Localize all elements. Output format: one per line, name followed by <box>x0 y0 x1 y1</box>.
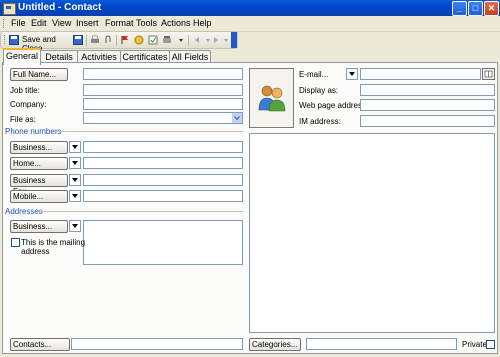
print-icon[interactable] <box>90 35 100 45</box>
contact-picture-button[interactable] <box>249 68 294 128</box>
categories-field[interactable] <box>306 338 457 350</box>
contact-app-icon <box>3 3 16 15</box>
address-type-dropdown-icon[interactable] <box>69 220 81 232</box>
contacts-button[interactable]: Contacts... <box>10 338 70 351</box>
menu-file[interactable]: File <box>11 18 26 28</box>
toolbar-options-chevron-icon[interactable] <box>231 32 237 48</box>
full-name-field[interactable] <box>83 68 243 80</box>
home-phone-field[interactable] <box>83 157 243 169</box>
address-type-button[interactable]: Business... <box>10 220 68 233</box>
standard-toolbar: Save and Close <box>0 31 238 53</box>
private-checkbox[interactable] <box>486 340 495 349</box>
im-address-label: IM address: <box>299 117 341 126</box>
web-page-label: Web page address: <box>299 101 369 110</box>
mailing-address-checkbox[interactable] <box>11 238 20 247</box>
menu-grip-icon <box>3 19 7 28</box>
company-field[interactable] <box>83 98 243 110</box>
categories-button[interactable]: Categories... <box>249 338 301 351</box>
mobile-phone-dropdown-icon[interactable] <box>69 190 81 202</box>
menu-tools[interactable]: Tools <box>136 18 157 28</box>
section-divider <box>55 131 243 132</box>
previous-item-icon[interactable] <box>192 35 202 45</box>
business-phone-field[interactable] <box>83 141 243 153</box>
company-label: Company: <box>10 100 47 109</box>
menu-bar: File Edit View Insert Format Tools Actio… <box>0 16 500 32</box>
toolbar-grip-icon <box>4 35 8 44</box>
business-phone-button[interactable]: Business... <box>10 141 68 154</box>
im-address-field[interactable] <box>360 115 495 127</box>
next-dropdown-icon[interactable] <box>221 35 231 45</box>
home-phone-dropdown-icon[interactable] <box>69 157 81 169</box>
phone-numbers-heading: Phone numbers <box>5 127 62 136</box>
flag-icon[interactable] <box>120 35 130 45</box>
full-name-button[interactable]: Full Name... <box>10 68 68 81</box>
business-fax-dropdown-icon[interactable] <box>69 174 81 186</box>
addresses-heading: Addresses <box>5 207 43 216</box>
dropdown-arrow-icon[interactable] <box>176 35 186 45</box>
menu-format[interactable]: Format <box>105 18 134 28</box>
toolbar-separator <box>116 35 117 46</box>
mobile-phone-field[interactable] <box>83 190 243 202</box>
mobile-phone-button[interactable]: Mobile... <box>10 190 68 203</box>
minimize-button[interactable]: _ <box>452 1 467 16</box>
save-icon <box>9 35 19 45</box>
business-phone-dropdown-icon[interactable] <box>69 141 81 153</box>
home-phone-button[interactable]: Home... <box>10 157 68 170</box>
private-label: Private <box>462 340 487 349</box>
business-fax-button[interactable]: Business Fax... <box>10 174 68 196</box>
contact-people-icon <box>258 85 286 112</box>
email-dropdown-icon[interactable] <box>346 68 358 80</box>
job-title-label: Job title: <box>10 86 40 95</box>
web-page-field[interactable] <box>360 99 495 111</box>
chevron-down-icon[interactable] <box>232 113 242 123</box>
notes-textarea[interactable] <box>249 133 495 333</box>
toolbar-separator <box>86 35 87 46</box>
mailing-address-label-line1: This is the mailing <box>21 238 86 247</box>
contacts-field[interactable] <box>71 338 243 350</box>
job-title-field[interactable] <box>83 84 243 96</box>
close-button[interactable]: ✕ <box>484 1 499 16</box>
tab-general[interactable]: General <box>3 48 41 65</box>
business-fax-field[interactable] <box>83 174 243 186</box>
menu-view[interactable]: View <box>52 18 71 28</box>
address-textarea[interactable] <box>83 220 243 265</box>
address-book-icon[interactable] <box>482 68 495 80</box>
next-item-icon[interactable] <box>211 35 221 45</box>
save-icon[interactable] <box>73 35 83 45</box>
file-as-label: File as: <box>10 115 36 124</box>
phone-icon[interactable] <box>162 35 172 45</box>
menu-insert[interactable]: Insert <box>76 18 99 28</box>
meeting-icon[interactable] <box>134 35 144 45</box>
file-as-select[interactable] <box>83 112 243 124</box>
display-as-field[interactable] <box>360 84 495 96</box>
menu-help[interactable]: Help <box>193 18 212 28</box>
menu-edit[interactable]: Edit <box>31 18 47 28</box>
mailing-address-label-line2: address <box>21 247 50 256</box>
new-task-icon[interactable] <box>148 35 158 45</box>
section-divider <box>40 211 243 212</box>
email-field[interactable] <box>360 68 481 80</box>
window-title: Untitled - Contact <box>18 2 102 13</box>
email-label[interactable]: E-mail... <box>299 70 328 79</box>
title-bar: Untitled - Contact _ □ ✕ <box>0 0 500 16</box>
display-as-label: Display as: <box>299 86 339 95</box>
toolbar-separator <box>188 35 189 46</box>
paperclip-icon[interactable] <box>103 35 113 45</box>
menu-actions[interactable]: Actions <box>161 18 191 28</box>
maximize-button[interactable]: □ <box>468 1 483 16</box>
save-and-close-button[interactable]: Save and Close <box>9 34 69 53</box>
